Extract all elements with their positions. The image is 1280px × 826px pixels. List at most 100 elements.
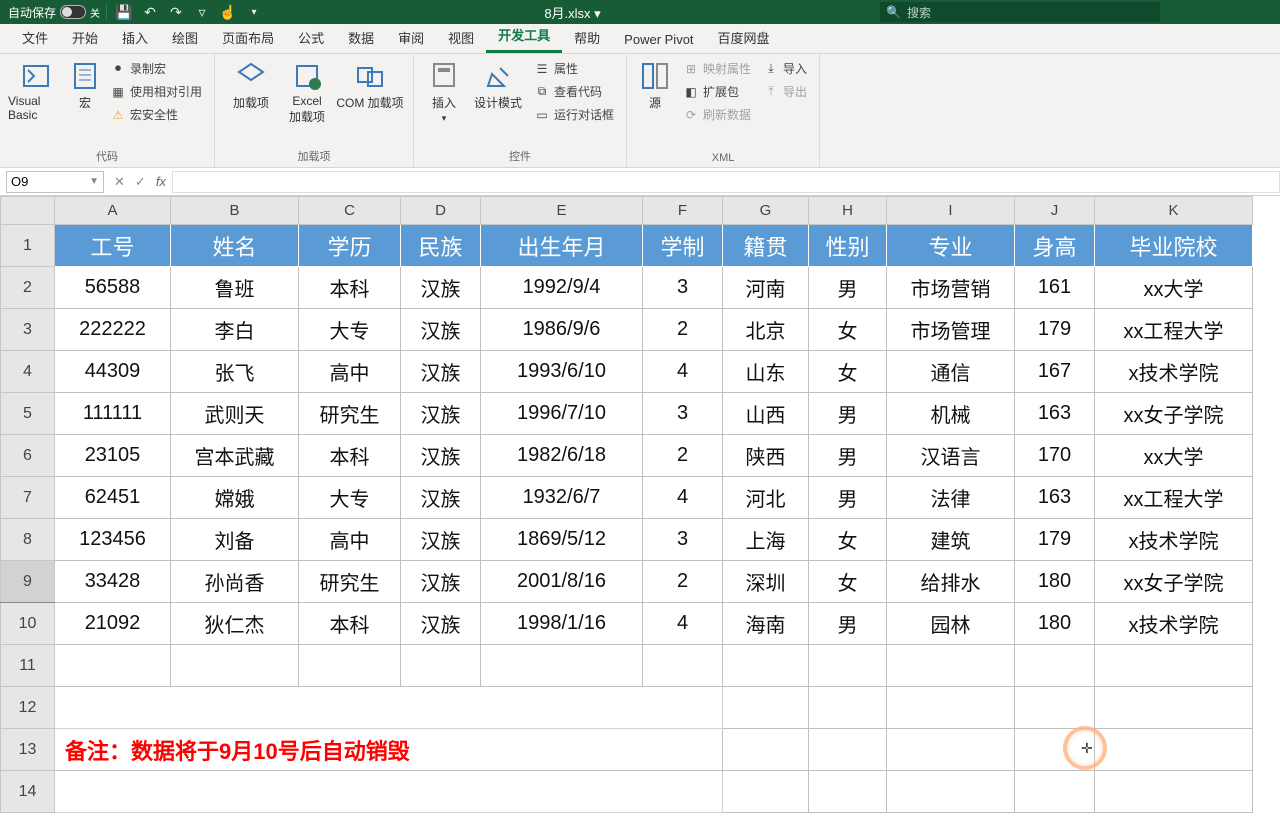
row-header-9[interactable]: 9 [1, 561, 55, 603]
tab-百度网盘[interactable]: 百度网盘 [706, 22, 782, 53]
tab-数据[interactable]: 数据 [336, 22, 386, 53]
save-icon[interactable]: 💾 [113, 1, 135, 23]
data-cell[interactable]: 179 [1015, 309, 1095, 351]
col-header-G[interactable]: G [723, 197, 809, 225]
data-cell[interactable]: 2 [643, 561, 723, 603]
data-cell[interactable]: 3 [643, 267, 723, 309]
tab-插入[interactable]: 插入 [110, 22, 160, 53]
redo-icon[interactable]: ↷ [165, 1, 187, 23]
row-header-7[interactable]: 7 [1, 477, 55, 519]
data-cell[interactable]: 山东 [723, 351, 809, 393]
tab-开始[interactable]: 开始 [60, 22, 110, 53]
data-cell[interactable]: 163 [1015, 393, 1095, 435]
header-cell[interactable]: 学制 [643, 225, 723, 267]
data-cell[interactable]: 167 [1015, 351, 1095, 393]
empty-cell[interactable] [55, 687, 723, 729]
data-cell[interactable]: 汉语言 [887, 435, 1015, 477]
empty-cell[interactable] [171, 645, 299, 687]
data-cell[interactable]: 1932/6/7 [481, 477, 643, 519]
data-cell[interactable]: 高中 [299, 519, 401, 561]
data-cell[interactable]: 222222 [55, 309, 171, 351]
data-cell[interactable]: 女 [809, 309, 887, 351]
data-cell[interactable]: 高中 [299, 351, 401, 393]
data-cell[interactable]: 180 [1015, 603, 1095, 645]
cancel-formula-icon[interactable]: ✕ [114, 174, 125, 190]
data-cell[interactable]: 研究生 [299, 393, 401, 435]
filter-icon[interactable]: ▿ [191, 1, 213, 23]
empty-cell[interactable] [55, 771, 723, 813]
data-cell[interactable]: 张飞 [171, 351, 299, 393]
data-cell[interactable]: 179 [1015, 519, 1095, 561]
empty-cell[interactable] [299, 645, 401, 687]
row-header-6[interactable]: 6 [1, 435, 55, 477]
data-cell[interactable]: 海南 [723, 603, 809, 645]
data-cell[interactable]: 陕西 [723, 435, 809, 477]
data-cell[interactable]: x技术学院 [1095, 603, 1253, 645]
col-header-J[interactable]: J [1015, 197, 1095, 225]
header-cell[interactable]: 毕业院校 [1095, 225, 1253, 267]
col-header-K[interactable]: K [1095, 197, 1253, 225]
data-cell[interactable]: 111111 [55, 393, 171, 435]
data-cell[interactable]: 2 [643, 309, 723, 351]
tab-公式[interactable]: 公式 [286, 22, 336, 53]
data-cell[interactable]: 给排水 [887, 561, 1015, 603]
tab-视图[interactable]: 视图 [436, 22, 486, 53]
row-header-5[interactable]: 5 [1, 393, 55, 435]
tab-帮助[interactable]: 帮助 [562, 22, 612, 53]
row-header-4[interactable]: 4 [1, 351, 55, 393]
empty-cell[interactable] [887, 729, 1015, 771]
header-cell[interactable]: 学历 [299, 225, 401, 267]
data-cell[interactable]: 1986/9/6 [481, 309, 643, 351]
row-header-13[interactable]: 13 [1, 729, 55, 771]
data-cell[interactable]: 本科 [299, 603, 401, 645]
tab-页面布局[interactable]: 页面布局 [210, 22, 286, 53]
empty-cell[interactable] [1095, 645, 1253, 687]
data-cell[interactable]: 大专 [299, 477, 401, 519]
com-addins-button[interactable]: COM 加载项 [335, 56, 405, 111]
col-header-A[interactable]: A [55, 197, 171, 225]
note-cell[interactable]: 备注：数据将于9月10号后自动销毁 [55, 729, 723, 771]
col-header-C[interactable]: C [299, 197, 401, 225]
data-cell[interactable]: x技术学院 [1095, 519, 1253, 561]
autosave-toggle[interactable] [60, 5, 86, 19]
empty-cell[interactable] [1095, 729, 1253, 771]
data-cell[interactable]: 汉族 [401, 603, 481, 645]
data-cell[interactable]: 大专 [299, 309, 401, 351]
data-cell[interactable]: 62451 [55, 477, 171, 519]
header-cell[interactable]: 身高 [1015, 225, 1095, 267]
data-cell[interactable]: 嫦娥 [171, 477, 299, 519]
header-cell[interactable]: 专业 [887, 225, 1015, 267]
data-cell[interactable]: 鲁班 [171, 267, 299, 309]
data-cell[interactable]: 宫本武藏 [171, 435, 299, 477]
data-cell[interactable]: 法律 [887, 477, 1015, 519]
tab-Power Pivot[interactable]: Power Pivot [612, 26, 705, 53]
row-header-3[interactable]: 3 [1, 309, 55, 351]
design-mode-button[interactable]: 设计模式 [470, 56, 526, 111]
data-cell[interactable]: 女 [809, 351, 887, 393]
data-cell[interactable]: 本科 [299, 267, 401, 309]
empty-cell[interactable] [1015, 645, 1095, 687]
import-button[interactable]: ⤓导入 [759, 58, 811, 79]
data-cell[interactable]: 男 [809, 477, 887, 519]
data-cell[interactable]: 女 [809, 519, 887, 561]
xml-source-button[interactable]: 源 [635, 56, 675, 111]
data-cell[interactable]: 4 [643, 477, 723, 519]
data-cell[interactable]: 170 [1015, 435, 1095, 477]
macro-security-button[interactable]: ⚠宏安全性 [106, 104, 206, 125]
data-cell[interactable]: 180 [1015, 561, 1095, 603]
data-cell[interactable]: 李白 [171, 309, 299, 351]
data-cell[interactable]: 汉族 [401, 309, 481, 351]
header-cell[interactable]: 籍贯 [723, 225, 809, 267]
select-all-corner[interactable] [1, 197, 55, 225]
data-cell[interactable]: 4 [643, 603, 723, 645]
data-cell[interactable]: 33428 [55, 561, 171, 603]
empty-cell[interactable] [1015, 729, 1095, 771]
empty-cell[interactable] [887, 645, 1015, 687]
data-cell[interactable]: 孙尚香 [171, 561, 299, 603]
data-cell[interactable]: x技术学院 [1095, 351, 1253, 393]
data-cell[interactable]: 男 [809, 435, 887, 477]
data-cell[interactable]: 建筑 [887, 519, 1015, 561]
touch-icon[interactable]: ☝ [217, 1, 239, 23]
data-cell[interactable]: 汉族 [401, 519, 481, 561]
empty-cell[interactable] [1095, 771, 1253, 813]
